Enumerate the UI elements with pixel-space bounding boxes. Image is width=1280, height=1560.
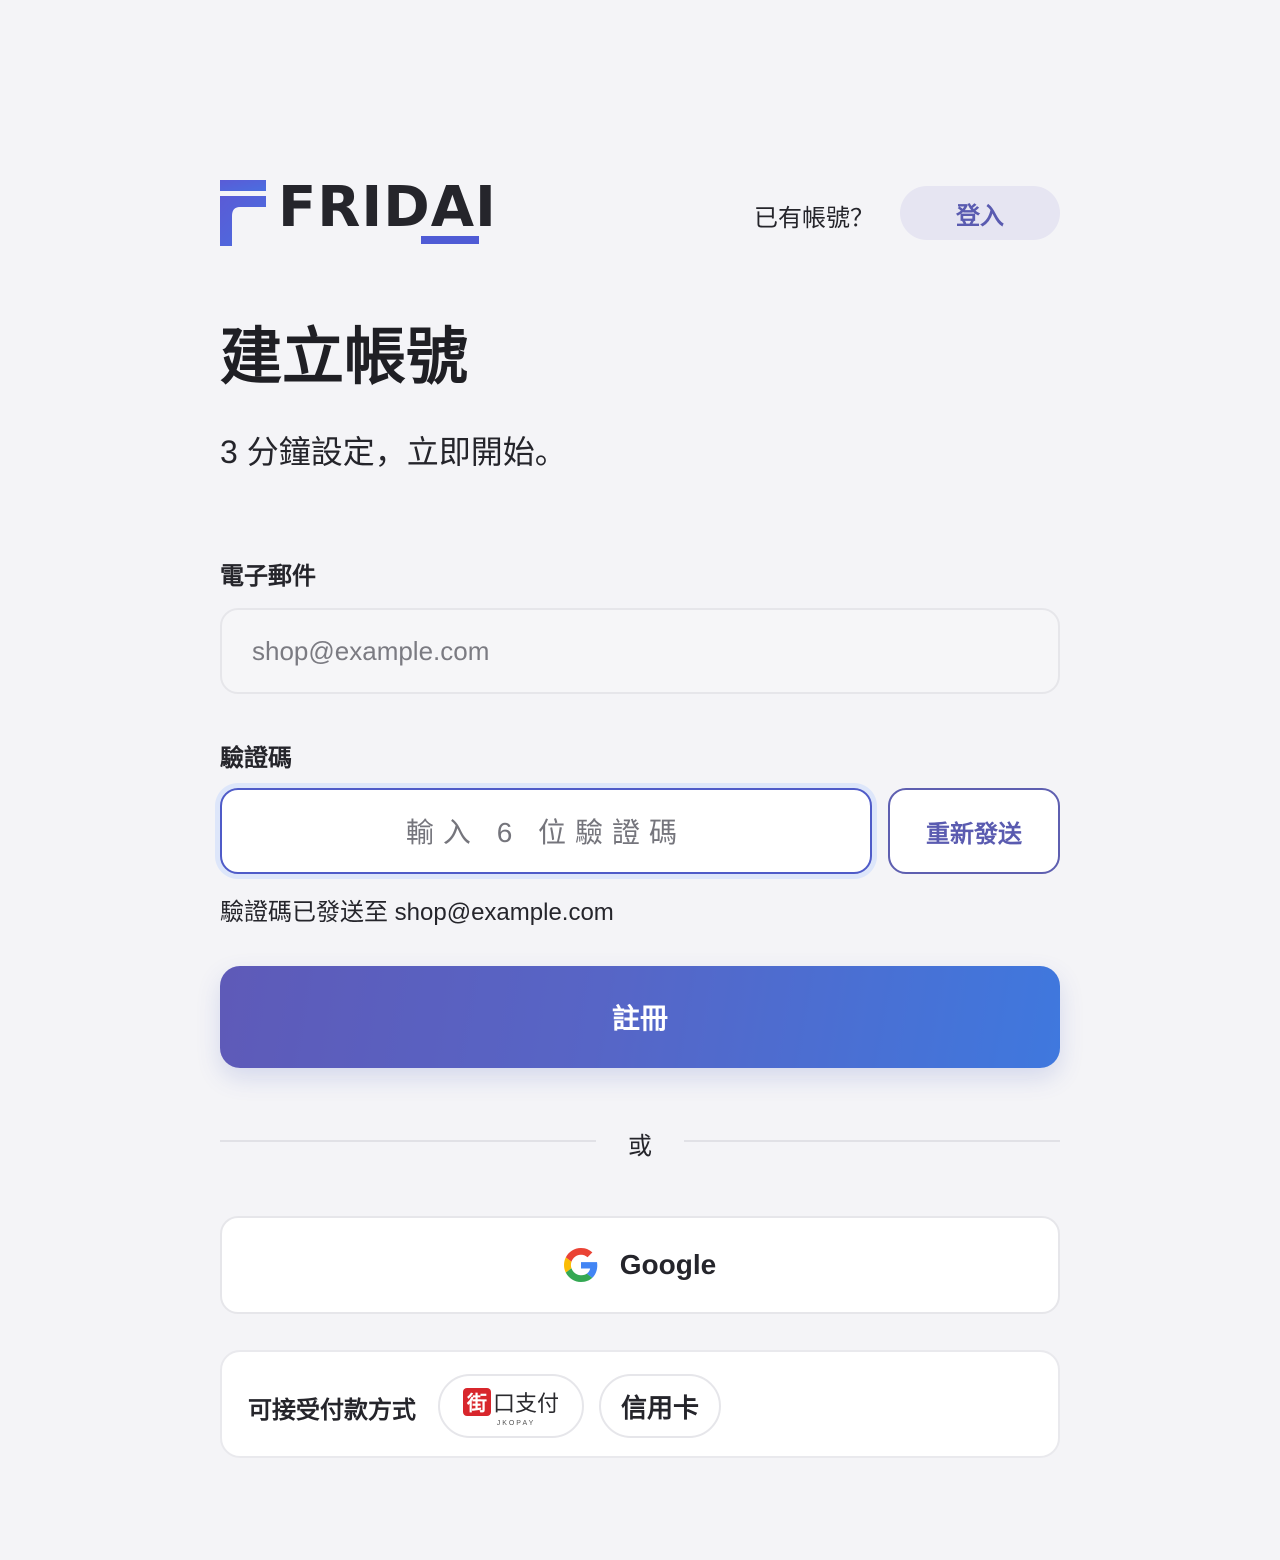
resend-code-button[interactable]: 重新發送: [888, 788, 1060, 874]
brand-logo[interactable]: FRIDAI: [220, 180, 497, 248]
register-button[interactable]: 註冊: [220, 966, 1060, 1068]
jkopay-logo: 街 口支付 JKOPAY: [462, 1386, 559, 1427]
verification-code-input[interactable]: 輸入 6 位驗證碼: [220, 788, 872, 874]
payment-chip-jkopay: 街 口支付 JKOPAY: [438, 1374, 584, 1438]
logo-wordmark: FRIDAI: [278, 180, 497, 246]
payment-chip-credit-card: 信用卡: [599, 1374, 721, 1438]
code-label: 驗證碼: [220, 745, 292, 772]
page-title: 建立帳號: [220, 323, 469, 392]
email-label: 電子郵件: [220, 563, 316, 590]
credit-card-label: 信用卡: [620, 1392, 699, 1423]
payment-methods: 可接受付款方式 街 口支付 JKOPAY 信用卡: [220, 1350, 1060, 1458]
payment-methods-label: 可接受付款方式: [248, 1397, 416, 1424]
jkopay-subtitle: JKOPAY: [496, 1419, 536, 1427]
header: FRIDAI 已有帳號？ 登入: [220, 180, 1060, 248]
jkopay-icon: 街: [462, 1387, 491, 1416]
jkopay-title: 口支付: [492, 1390, 559, 1416]
login-button[interactable]: 登入: [900, 186, 1060, 240]
have-account-text: 已有帳號？: [754, 205, 874, 232]
or-divider: 或: [220, 1124, 1060, 1160]
logo-mark-icon: [220, 180, 266, 246]
google-icon: [563, 1248, 598, 1282]
code-placeholder: 輸入 6 位驗證碼: [405, 817, 687, 848]
code-sent-hint: 驗證碼已發送至 shop@example.com: [220, 899, 614, 926]
page-subtitle: 3 分鐘設定，立即開始。: [220, 434, 567, 470]
divider-line-right: [684, 1140, 1060, 1142]
logo-text: FRIDAI: [278, 175, 497, 240]
google-signin-button[interactable]: Google: [220, 1216, 1060, 1314]
divider-text: 或: [628, 1133, 652, 1160]
email-placeholder: shop@example.com: [252, 635, 490, 666]
email-input[interactable]: shop@example.com: [220, 608, 1060, 694]
logo-underline: [421, 236, 479, 244]
google-label: Google: [619, 1249, 717, 1280]
